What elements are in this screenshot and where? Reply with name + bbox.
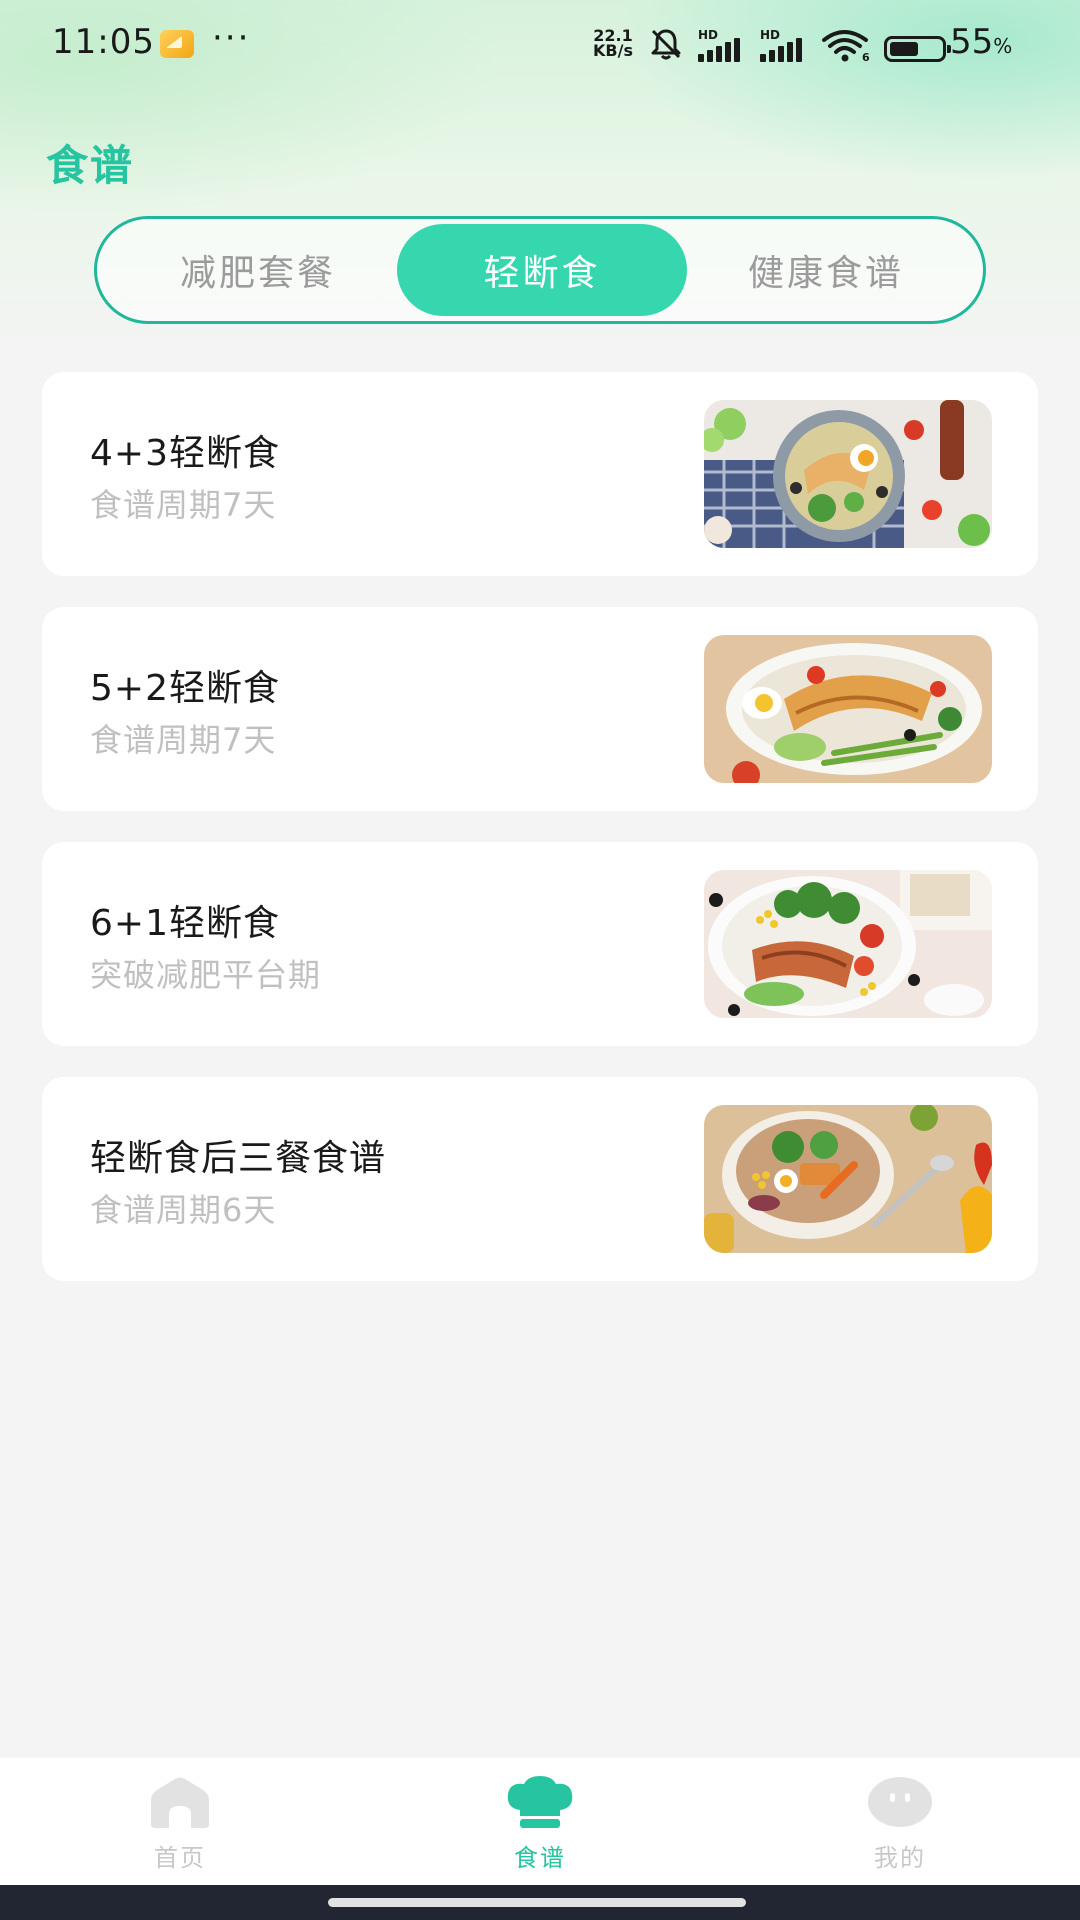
recipe-image xyxy=(704,870,992,1018)
recipe-subtitle: 突破减肥平台期 xyxy=(90,956,322,994)
nav-profile[interactable]: 我的 xyxy=(800,1758,1000,1885)
recipe-card[interactable]: 5+2轻断食 食谱周期7天 xyxy=(42,607,1038,811)
nav-home[interactable]: 首页 xyxy=(80,1758,280,1885)
recipe-title: 5+2轻断食 xyxy=(90,668,280,709)
recipe-card[interactable]: 轻断食后三餐食谱 食谱周期6天 xyxy=(42,1077,1038,1281)
recipe-image xyxy=(704,400,992,548)
recipe-subtitle: 食谱周期7天 xyxy=(90,486,277,524)
category-tabs: 减肥套餐 轻断食 健康食谱 xyxy=(94,216,986,324)
recipe-subtitle: 食谱周期6天 xyxy=(90,1191,277,1229)
bottom-navigation: 首页 食谱 我的 xyxy=(0,1758,1080,1885)
nav-profile-label: 我的 xyxy=(874,1844,926,1872)
tab-weight-loss-meals[interactable]: 减肥套餐 xyxy=(113,224,403,316)
battery-percentage-sign: % xyxy=(993,34,1013,58)
nav-recipes-label: 食谱 xyxy=(514,1844,566,1872)
home-icon xyxy=(151,1777,209,1828)
recipe-subtitle: 食谱周期7天 xyxy=(90,721,277,759)
recipe-card[interactable]: 4+3轻断食 食谱周期7天 xyxy=(42,372,1038,576)
gallery-notification-icon xyxy=(160,30,194,58)
recipe-title: 4+3轻断食 xyxy=(90,433,280,474)
recipe-title: 轻断食后三餐食谱 xyxy=(90,1138,387,1179)
svg-text:6: 6 xyxy=(862,51,870,62)
chef-hat-icon xyxy=(507,1776,573,1828)
battery-icon xyxy=(884,36,951,62)
recipe-title: 6+1轻断食 xyxy=(90,903,280,944)
status-time: 11:05 xyxy=(52,22,155,62)
battery-percentage-number: 55 xyxy=(950,22,994,62)
profile-face-icon xyxy=(868,1777,932,1827)
tab-light-fasting[interactable]: 轻断食 xyxy=(397,224,687,316)
battery-percentage: 55% xyxy=(950,22,1012,62)
recipe-list: 4+3轻断食 食谱周期7天 5+2轻断食 食谱周期7天 6+1轻断食 突破减肥平… xyxy=(42,372,1038,1312)
signal-strength-icon: HD xyxy=(698,28,746,62)
recipe-image xyxy=(704,635,992,783)
more-notifications-icon: ··· xyxy=(212,18,251,58)
page-title: 食谱 xyxy=(46,141,135,190)
network-speed-unit: KB/s xyxy=(593,41,633,60)
recipe-card[interactable]: 6+1轻断食 突破减肥平台期 xyxy=(42,842,1038,1046)
recipe-image xyxy=(704,1105,992,1253)
status-bar: 11:05 ··· 22.1 KB/s HD HD 6 55% xyxy=(0,0,1080,86)
nav-recipes[interactable]: 食谱 xyxy=(440,1758,640,1885)
network-speed: 22.1 KB/s xyxy=(586,28,640,60)
status-icons: HD HD 6 xyxy=(648,26,951,62)
mute-bell-icon xyxy=(651,29,681,60)
tab-healthy-recipes[interactable]: 健康食谱 xyxy=(681,224,971,316)
signal-strength-icon: HD xyxy=(760,28,808,62)
home-indicator[interactable] xyxy=(328,1898,746,1907)
wifi-icon: 6 xyxy=(822,30,870,62)
system-navigation-bar xyxy=(0,1885,1080,1920)
nav-home-label: 首页 xyxy=(154,1844,206,1872)
